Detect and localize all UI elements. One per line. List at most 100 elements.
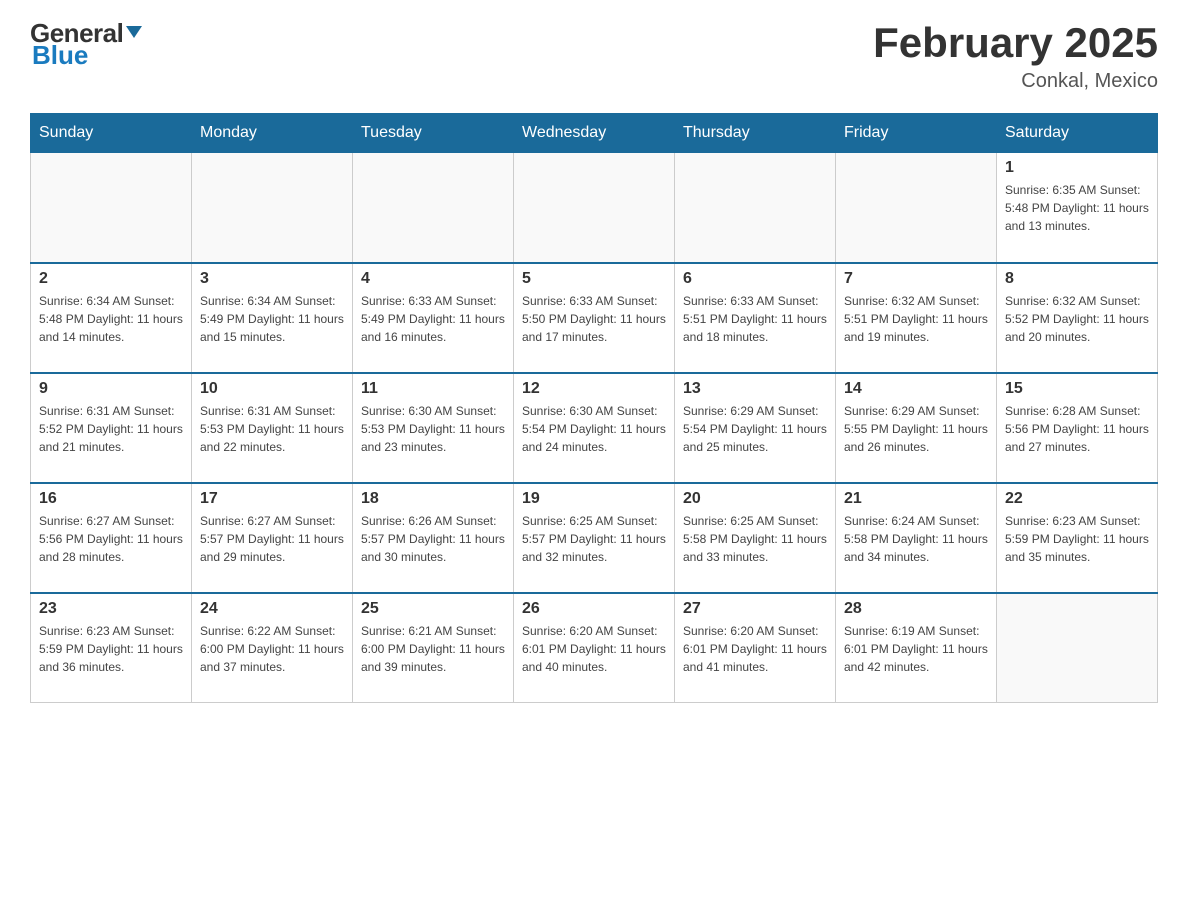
- table-row: 2 Sunrise: 6:34 AM Sunset: 5:48 PM Daylig…: [31, 263, 192, 373]
- table-row: 22Sunrise: 6:23 AM Sunset: 5:59 PM Dayli…: [997, 483, 1158, 593]
- day-info: Sunrise: 6:27 AM Sunset: 5:56 PM Dayligh…: [39, 512, 183, 566]
- col-sunday: Sunday: [31, 114, 192, 153]
- table-row: [514, 153, 675, 263]
- day-number: 23: [39, 600, 183, 618]
- table-row: 12Sunrise: 6:30 AM Sunset: 5:54 PM Dayli…: [514, 373, 675, 483]
- day-number: 16: [39, 490, 183, 508]
- day-info: Sunrise: 6:25 AM Sunset: 5:57 PM Dayligh…: [522, 512, 666, 566]
- day-info: Sunrise: 6:21 AM Sunset: 6:00 PM Dayligh…: [361, 622, 505, 676]
- table-row: 23 Sunrise: 6:23 AM Sunset: 5:59 PM Dayli…: [31, 593, 192, 703]
- day-info: Sunrise: 6:33 AM Sunset: 5:51 PM Dayligh…: [683, 292, 827, 346]
- table-row: 20 Sunrise: 6:25 AM Sunset: 5:58 PM Dayli…: [675, 483, 836, 593]
- header-right: February 2025 Conkal, Mexico: [873, 20, 1158, 93]
- table-row: 18Sunrise: 6:26 AM Sunset: 5:57 PM Dayli…: [353, 483, 514, 593]
- calendar-table: Sunday Monday Tuesday Wednesday Thursday…: [30, 113, 1158, 703]
- table-row: 15 Sunrise: 6:28 AM Sunset: 5:56 PM Dayli…: [997, 373, 1158, 483]
- table-row: 1 Sunrise: 6:35 AM Sunset: 5:48 PM Daylig…: [997, 153, 1158, 263]
- day-number: 8: [1005, 270, 1149, 288]
- table-row: 26 Sunrise: 6:20 AM Sunset: 6:01 PM Dayli…: [514, 593, 675, 703]
- day-info: Sunrise: 6:30 AM Sunset: 5:53 PM Dayligh…: [361, 402, 505, 456]
- day-number: 22: [1005, 490, 1149, 508]
- location: Conkal, Mexico: [873, 70, 1158, 93]
- day-info: Sunrise: 6:27 AM Sunset: 5:57 PM Dayligh…: [200, 512, 344, 566]
- table-row: [353, 153, 514, 263]
- col-saturday: Saturday: [997, 114, 1158, 153]
- table-row: 3 Sunrise: 6:34 AM Sunset: 5:49 PM Daylig…: [192, 263, 353, 373]
- table-row: 11 Sunrise: 6:30 AM Sunset: 5:53 PM Dayli…: [353, 373, 514, 483]
- table-row: 6 Sunrise: 6:33 AM Sunset: 5:51 PM Daylig…: [675, 263, 836, 373]
- day-info: Sunrise: 6:31 AM Sunset: 5:53 PM Dayligh…: [200, 402, 344, 456]
- day-number: 7: [844, 270, 988, 288]
- day-number: 18: [361, 490, 505, 508]
- day-info: Sunrise: 6:25 AM Sunset: 5:58 PM Dayligh…: [683, 512, 827, 566]
- col-thursday: Thursday: [675, 114, 836, 153]
- calendar-week-row: 1 Sunrise: 6:35 AM Sunset: 5:48 PM Daylig…: [31, 153, 1158, 263]
- col-monday: Monday: [192, 114, 353, 153]
- calendar-week-row: 2 Sunrise: 6:34 AM Sunset: 5:48 PM Daylig…: [31, 263, 1158, 373]
- col-tuesday: Tuesday: [353, 114, 514, 153]
- day-number: 9: [39, 380, 183, 398]
- day-number: 4: [361, 270, 505, 288]
- day-number: 1: [1005, 159, 1149, 177]
- day-number: 13: [683, 380, 827, 398]
- day-number: 28: [844, 600, 988, 618]
- day-number: 24: [200, 600, 344, 618]
- table-row: [836, 153, 997, 263]
- calendar-week-row: 23 Sunrise: 6:23 AM Sunset: 5:59 PM Dayli…: [31, 593, 1158, 703]
- table-row: 14Sunrise: 6:29 AM Sunset: 5:55 PM Dayli…: [836, 373, 997, 483]
- day-info: Sunrise: 6:32 AM Sunset: 5:51 PM Dayligh…: [844, 292, 988, 346]
- calendar-week-row: 16 Sunrise: 6:27 AM Sunset: 5:56 PM Dayli…: [31, 483, 1158, 593]
- table-row: 21 Sunrise: 6:24 AM Sunset: 5:58 PM Dayli…: [836, 483, 997, 593]
- table-row: 25 Sunrise: 6:21 AM Sunset: 6:00 PM Dayli…: [353, 593, 514, 703]
- day-info: Sunrise: 6:34 AM Sunset: 5:48 PM Dayligh…: [39, 292, 183, 346]
- logo-arrow-icon: [124, 22, 144, 42]
- day-number: 27: [683, 600, 827, 618]
- table-row: [192, 153, 353, 263]
- calendar-week-row: 9 Sunrise: 6:31 AM Sunset: 5:52 PM Daylig…: [31, 373, 1158, 483]
- table-row: [997, 593, 1158, 703]
- logo-blue-label: Blue: [32, 40, 88, 70]
- day-number: 15: [1005, 380, 1149, 398]
- col-friday: Friday: [836, 114, 997, 153]
- day-number: 25: [361, 600, 505, 618]
- day-info: Sunrise: 6:23 AM Sunset: 5:59 PM Dayligh…: [39, 622, 183, 676]
- table-row: 28 Sunrise: 6:19 AM Sunset: 6:01 PM Dayli…: [836, 593, 997, 703]
- day-info: Sunrise: 6:29 AM Sunset: 5:54 PM Dayligh…: [683, 402, 827, 456]
- table-row: [675, 153, 836, 263]
- table-row: 8Sunrise: 6:32 AM Sunset: 5:52 PM Daylig…: [997, 263, 1158, 373]
- table-row: 27Sunrise: 6:20 AM Sunset: 6:01 PM Dayli…: [675, 593, 836, 703]
- day-number: 21: [844, 490, 988, 508]
- table-row: 10 Sunrise: 6:31 AM Sunset: 5:53 PM Dayli…: [192, 373, 353, 483]
- day-number: 2: [39, 270, 183, 288]
- page-header: General Blue February 2025 Conkal, Mexic…: [30, 20, 1158, 93]
- day-info: Sunrise: 6:24 AM Sunset: 5:58 PM Dayligh…: [844, 512, 988, 566]
- day-number: 10: [200, 380, 344, 398]
- day-number: 11: [361, 380, 505, 398]
- table-row: 24 Sunrise: 6:22 AM Sunset: 6:00 PM Dayli…: [192, 593, 353, 703]
- table-row: 9 Sunrise: 6:31 AM Sunset: 5:52 PM Daylig…: [31, 373, 192, 483]
- day-number: 3: [200, 270, 344, 288]
- day-info: Sunrise: 6:34 AM Sunset: 5:49 PM Dayligh…: [200, 292, 344, 346]
- day-info: Sunrise: 6:19 AM Sunset: 6:01 PM Dayligh…: [844, 622, 988, 676]
- month-title: February 2025: [873, 20, 1158, 66]
- day-number: 26: [522, 600, 666, 618]
- day-info: Sunrise: 6:31 AM Sunset: 5:52 PM Dayligh…: [39, 402, 183, 456]
- table-row: 5Sunrise: 6:33 AM Sunset: 5:50 PM Daylig…: [514, 263, 675, 373]
- day-number: 20: [683, 490, 827, 508]
- day-info: Sunrise: 6:22 AM Sunset: 6:00 PM Dayligh…: [200, 622, 344, 676]
- day-info: Sunrise: 6:35 AM Sunset: 5:48 PM Dayligh…: [1005, 181, 1149, 235]
- table-row: 17 Sunrise: 6:27 AM Sunset: 5:57 PM Dayli…: [192, 483, 353, 593]
- day-info: Sunrise: 6:20 AM Sunset: 6:01 PM Dayligh…: [522, 622, 666, 676]
- day-number: 6: [683, 270, 827, 288]
- day-number: 5: [522, 270, 666, 288]
- table-row: 13 Sunrise: 6:29 AM Sunset: 5:54 PM Dayli…: [675, 373, 836, 483]
- table-row: 16 Sunrise: 6:27 AM Sunset: 5:56 PM Dayli…: [31, 483, 192, 593]
- logo-container: General Blue: [30, 20, 144, 68]
- day-number: 17: [200, 490, 344, 508]
- day-number: 14: [844, 380, 988, 398]
- day-number: 19: [522, 490, 666, 508]
- calendar-header-row: Sunday Monday Tuesday Wednesday Thursday…: [31, 114, 1158, 153]
- day-info: Sunrise: 6:33 AM Sunset: 5:49 PM Dayligh…: [361, 292, 505, 346]
- day-info: Sunrise: 6:28 AM Sunset: 5:56 PM Dayligh…: [1005, 402, 1149, 456]
- day-number: 12: [522, 380, 666, 398]
